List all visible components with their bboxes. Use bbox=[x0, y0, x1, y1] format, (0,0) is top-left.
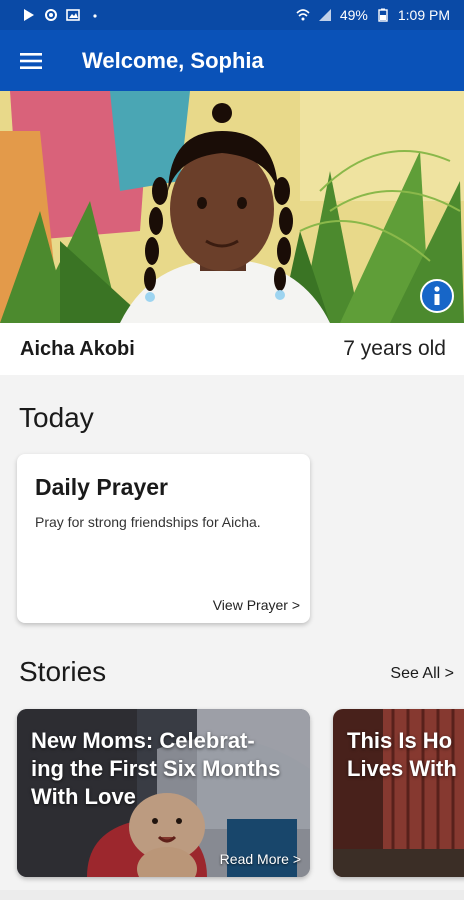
child-age: 7 years old bbox=[343, 337, 446, 360]
dot-icon bbox=[93, 14, 97, 18]
story-title-line: With Love bbox=[31, 784, 136, 809]
battery-percent: 49% bbox=[339, 7, 368, 23]
menu-button[interactable] bbox=[0, 30, 64, 91]
story-title-line: Lives With bbox=[347, 756, 457, 781]
story-title-line: New Moms: Celebrat- bbox=[31, 728, 255, 753]
daily-prayer-card[interactable]: Daily Prayer Pray for strong friendships… bbox=[17, 454, 310, 623]
image-icon bbox=[66, 9, 80, 21]
prayer-title: Daily Prayer bbox=[35, 474, 168, 500]
story-title-line: This Is Ho bbox=[347, 728, 453, 753]
today-heading: Today bbox=[19, 402, 94, 433]
app-title: Welcome, Sophia bbox=[82, 47, 264, 73]
sync-icon bbox=[45, 9, 57, 21]
child-portrait-image bbox=[0, 91, 464, 323]
status-bar: 49% 1:09 PM bbox=[0, 0, 464, 30]
menu-icon bbox=[20, 52, 42, 69]
child-name: Aicha Akobi bbox=[20, 337, 135, 360]
stories-heading: Stories bbox=[19, 656, 107, 687]
status-left-icons bbox=[22, 8, 102, 22]
media-icon bbox=[24, 9, 34, 21]
child-info-row: Aicha Akobi 7 years old bbox=[0, 323, 464, 375]
story-card[interactable]: This Is Ho Lives With bbox=[333, 709, 464, 877]
info-icon bbox=[434, 286, 440, 305]
child-photo bbox=[0, 91, 464, 323]
bottom-edge bbox=[0, 890, 464, 900]
view-prayer-link[interactable]: View Prayer > bbox=[213, 597, 300, 613]
story-title: New Moms: Celebrat- ing the First Six Mo… bbox=[31, 727, 280, 811]
status-right: 49% 1:09 PM bbox=[296, 7, 450, 23]
app-bar: Welcome, Sophia bbox=[0, 30, 464, 91]
signal-icon bbox=[318, 9, 331, 21]
battery-icon bbox=[378, 8, 388, 22]
clock: 1:09 PM bbox=[397, 7, 450, 23]
wifi-icon bbox=[296, 9, 310, 21]
prayer-text: Pray for strong friendships for Aicha. bbox=[35, 514, 261, 530]
story-title-line: ing the First Six Months bbox=[31, 756, 281, 781]
read-more-link[interactable]: Read More > bbox=[220, 851, 301, 867]
info-button[interactable] bbox=[420, 279, 454, 313]
story-title: This Is Ho Lives With bbox=[347, 727, 457, 783]
see-all-link[interactable]: See All > bbox=[390, 665, 454, 683]
story-card[interactable]: New Moms: Celebrat- ing the First Six Mo… bbox=[17, 709, 310, 877]
